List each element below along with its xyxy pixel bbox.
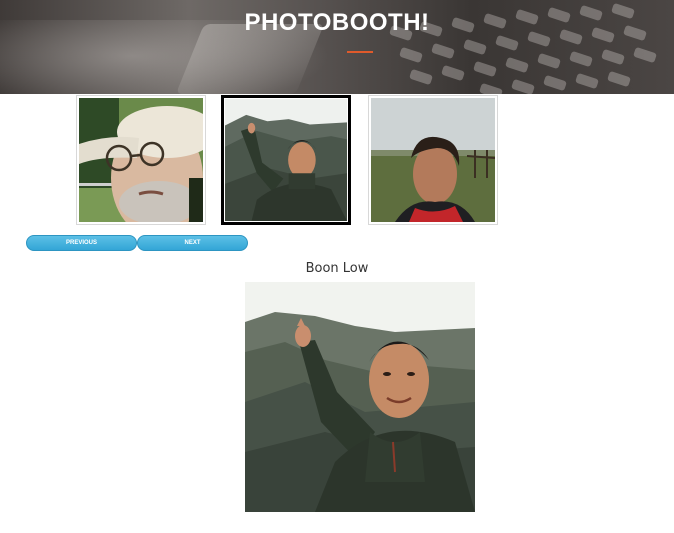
thumbnail-photo-boon-low bbox=[225, 99, 347, 221]
thumbnail-3[interactable] bbox=[368, 95, 498, 225]
selected-photo-caption: Boon Low bbox=[305, 261, 369, 276]
page-title: PHOTOBOOTH! bbox=[244, 9, 430, 36]
title-underline bbox=[347, 51, 373, 53]
selected-photo-image bbox=[245, 282, 475, 512]
thumbnail-photo-red-collar bbox=[371, 98, 495, 222]
thumbnail-2[interactable] bbox=[221, 95, 351, 225]
next-button[interactable]: NEXT bbox=[137, 235, 248, 251]
header-banner: PHOTOBOOTH! bbox=[0, 0, 674, 94]
thumbnail-photo-older-man bbox=[79, 98, 203, 222]
previous-button[interactable]: PREVIOUS bbox=[26, 235, 137, 251]
selected-photo bbox=[245, 282, 475, 512]
photobooth-page: PHOTOBOOTH! PREVIOUS NEXT Boon Low bbox=[0, 0, 674, 533]
thumbnail-1[interactable] bbox=[76, 95, 206, 225]
